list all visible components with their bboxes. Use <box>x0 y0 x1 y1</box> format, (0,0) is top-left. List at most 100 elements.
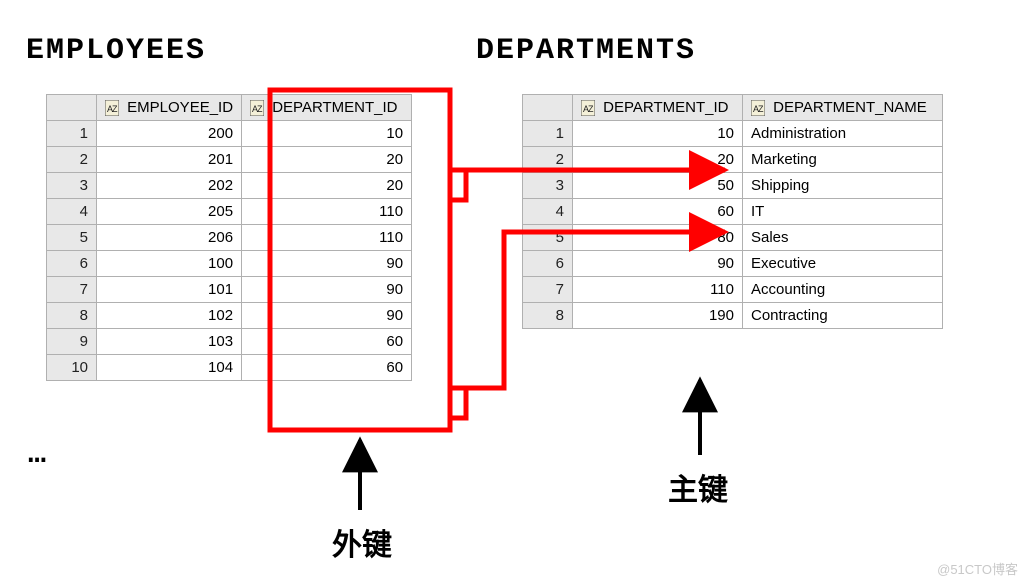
cell-department-id: 10 <box>242 121 412 147</box>
svg-text:Z: Z <box>588 104 594 114</box>
table-row: 7110Accounting <box>523 277 943 303</box>
cell-dept-name: Administration <box>743 121 943 147</box>
col-department-id: AZ DEPARTMENT_ID <box>573 95 743 121</box>
table-row: 4205110 <box>47 199 412 225</box>
link-emp-60 <box>450 388 466 418</box>
cell-employee-id: 103 <box>97 329 242 355</box>
rownum: 7 <box>47 277 97 303</box>
col-department-name-label: DEPARTMENT_NAME <box>773 99 927 116</box>
col-department-id-label: DEPARTMENT_ID <box>272 99 397 116</box>
col-employee-id-label: EMPLOYEE_ID <box>127 99 233 116</box>
employees-title: EMPLOYEES <box>26 34 206 68</box>
table-row: 5206110 <box>47 225 412 251</box>
link-emp-20 <box>450 170 466 200</box>
rownum: 2 <box>47 147 97 173</box>
col-department-id: AZ DEPARTMENT_ID <box>242 95 412 121</box>
cell-department-id: 110 <box>242 199 412 225</box>
table-row: 320220 <box>47 173 412 199</box>
cell-employee-id: 101 <box>97 277 242 303</box>
rownum: 5 <box>523 225 573 251</box>
cell-employee-id: 102 <box>97 303 242 329</box>
cell-department-id: 60 <box>242 355 412 381</box>
table-row: 610090 <box>47 251 412 277</box>
table-row: 580Sales <box>523 225 943 251</box>
cell-employee-id: 206 <box>97 225 242 251</box>
table-row: 220Marketing <box>523 147 943 173</box>
cell-department-id: 90 <box>242 251 412 277</box>
col-department-id-label: DEPARTMENT_ID <box>603 99 728 116</box>
rownum-header <box>523 95 573 121</box>
svg-text:Z: Z <box>257 104 263 114</box>
cell-department-id: 60 <box>242 329 412 355</box>
cell-employee-id: 104 <box>97 355 242 381</box>
ellipsis: … <box>28 438 46 472</box>
cell-dept-id: 80 <box>573 225 743 251</box>
table-row: 1010460 <box>47 355 412 381</box>
rownum: 3 <box>47 173 97 199</box>
cell-dept-name: Contracting <box>743 303 943 329</box>
employees-table: AZ EMPLOYEE_ID AZ DEPARTMENT_ID 120010 2… <box>46 94 412 381</box>
watermark: @51CTO博客 <box>937 559 1018 578</box>
column-type-icon: AZ <box>751 100 765 116</box>
table-row: 120010 <box>47 121 412 147</box>
rownum: 4 <box>523 199 573 225</box>
cell-employee-id: 200 <box>97 121 242 147</box>
cell-dept-name: Sales <box>743 225 943 251</box>
cell-employee-id: 202 <box>97 173 242 199</box>
column-type-icon: AZ <box>250 100 264 116</box>
column-type-icon: AZ <box>581 100 595 116</box>
rownum: 1 <box>523 121 573 147</box>
primary-key-label: 主键 <box>668 465 728 509</box>
col-department-name: AZ DEPARTMENT_NAME <box>743 95 943 121</box>
table-row: 350Shipping <box>523 173 943 199</box>
table-row: 220120 <box>47 147 412 173</box>
rownum: 6 <box>47 251 97 277</box>
departments-title: DEPARTMENTS <box>476 34 696 68</box>
cell-dept-name: Accounting <box>743 277 943 303</box>
svg-text:Z: Z <box>112 104 118 114</box>
cell-dept-id: 10 <box>573 121 743 147</box>
rownum: 10 <box>47 355 97 381</box>
cell-employee-id: 100 <box>97 251 242 277</box>
table-header-row: AZ DEPARTMENT_ID AZ DEPARTMENT_NAME <box>523 95 943 121</box>
table-row: 910360 <box>47 329 412 355</box>
svg-text:Z: Z <box>758 104 764 114</box>
rownum: 5 <box>47 225 97 251</box>
departments-table: AZ DEPARTMENT_ID AZ DEPARTMENT_NAME 110A… <box>522 94 943 329</box>
rownum: 8 <box>523 303 573 329</box>
rownum: 2 <box>523 147 573 173</box>
cell-department-id: 110 <box>242 225 412 251</box>
cell-department-id: 90 <box>242 277 412 303</box>
cell-department-id: 20 <box>242 173 412 199</box>
cell-employee-id: 201 <box>97 147 242 173</box>
table-row: 710190 <box>47 277 412 303</box>
table-header-row: AZ EMPLOYEE_ID AZ DEPARTMENT_ID <box>47 95 412 121</box>
rownum: 6 <box>523 251 573 277</box>
cell-dept-id: 110 <box>573 277 743 303</box>
table-row: 810290 <box>47 303 412 329</box>
cell-dept-id: 20 <box>573 147 743 173</box>
cell-department-id: 90 <box>242 303 412 329</box>
cell-department-id: 20 <box>242 147 412 173</box>
table-row: 110Administration <box>523 121 943 147</box>
cell-employee-id: 205 <box>97 199 242 225</box>
rownum: 7 <box>523 277 573 303</box>
rownum: 4 <box>47 199 97 225</box>
foreign-key-label: 外键 <box>332 520 392 564</box>
cell-dept-name: Executive <box>743 251 943 277</box>
cell-dept-name: IT <box>743 199 943 225</box>
cell-dept-id: 60 <box>573 199 743 225</box>
rownum: 8 <box>47 303 97 329</box>
cell-dept-id: 190 <box>573 303 743 329</box>
table-row: 8190Contracting <box>523 303 943 329</box>
rownum: 9 <box>47 329 97 355</box>
cell-dept-name: Shipping <box>743 173 943 199</box>
cell-dept-id: 50 <box>573 173 743 199</box>
rownum: 3 <box>523 173 573 199</box>
cell-dept-id: 90 <box>573 251 743 277</box>
rownum-header <box>47 95 97 121</box>
rownum: 1 <box>47 121 97 147</box>
table-row: 690Executive <box>523 251 943 277</box>
table-row: 460IT <box>523 199 943 225</box>
cell-dept-name: Marketing <box>743 147 943 173</box>
